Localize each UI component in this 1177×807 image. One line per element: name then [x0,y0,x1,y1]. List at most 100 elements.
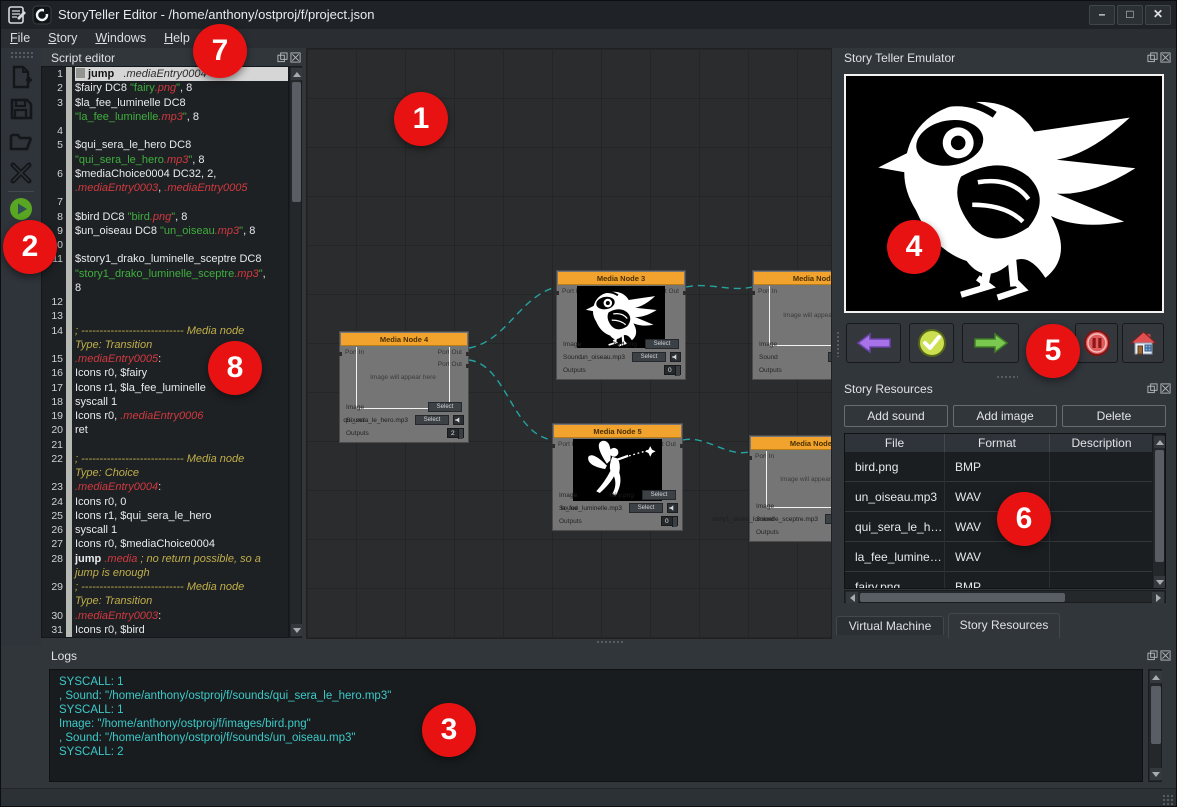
outputs-spinbox[interactable]: 0 [664,365,681,375]
taskbar-app-icon[interactable] [8,5,28,25]
new-document-icon[interactable] [9,65,33,89]
menu-windows[interactable]: Windows [86,29,155,48]
node-title[interactable]: Media Node 3 [558,272,684,285]
script-line[interactable]: 1jump .mediaEntry0004 [42,67,288,81]
add-image-button[interactable]: Add image [953,405,1057,427]
table-row[interactable]: bird.pngBMP [845,452,1154,482]
script-line[interactable]: 24Icons r0, 0 [42,495,288,509]
script-line[interactable]: .mediaEntry0003, .mediaEntry0005 [42,181,288,195]
menu-file[interactable]: File [1,29,39,48]
story-resources-float-icon[interactable] [1147,383,1158,394]
script-line[interactable]: 22; ---------------------------- Media n… [42,452,288,466]
script-line[interactable]: jump is enough [42,566,288,580]
script-line[interactable]: 30.mediaEntry0003: [42,609,288,623]
port-out[interactable] [683,291,687,295]
column-header-file[interactable]: File [845,434,945,452]
sound-select-button[interactable]: Select [629,503,663,513]
port-out[interactable] [680,444,684,448]
script-line[interactable]: 13 [42,309,288,323]
media-node[interactable]: Media Node 4Port InPort OutPort OutImage… [339,331,469,443]
script-editor-close-icon[interactable] [290,52,301,63]
script-line[interactable]: Type: Transition [42,594,288,608]
script-line[interactable]: 18syscall 1 [42,395,288,409]
port-out[interactable] [466,364,470,368]
pause-button[interactable] [1075,323,1118,363]
script-line[interactable]: "la_fee_luminelle.mp3", 8 [42,110,288,124]
sound-mute-icon[interactable] [670,352,681,362]
editor-scrollbar[interactable] [289,66,302,638]
add-sound-button[interactable]: Add sound [844,405,948,427]
tab-virtual-machine[interactable]: Virtual Machine [836,616,944,635]
port-in[interactable] [751,291,755,295]
port-in[interactable] [555,291,559,295]
node-title[interactable]: Media Node 2 [754,272,832,285]
next-button[interactable] [962,323,1019,363]
image-select-button[interactable]: Select [645,339,679,349]
script-line[interactable]: "qui_sera_le_hero.mp3", 8 [42,153,288,167]
minimize-button[interactable]: – [1089,5,1115,25]
outputs-spinbox[interactable]: 0 [661,516,678,526]
emulator-close-icon[interactable] [1160,52,1171,63]
table-hscrollbar[interactable] [844,590,1166,603]
script-line[interactable]: 21 [42,438,288,452]
table-row[interactable]: la_fee_lumine…WAV [845,542,1154,572]
panel-splitter-handle[interactable] [996,375,1018,379]
script-line[interactable]: 9$un_oiseau DC8 "un_oiseau.mp3", 8 [42,224,288,238]
script-line[interactable]: 27Icons r0, $mediaChoice0004 [42,537,288,551]
sound-select-button[interactable]: Select [825,514,832,524]
tab-story-resources[interactable]: Story Resources [948,613,1060,638]
image-select-button[interactable]: Select [428,402,462,412]
script-line[interactable]: 6$mediaChoice0004 DC32, 2, [42,167,288,181]
close-project-icon[interactable] [9,161,33,185]
script-line[interactable]: 23.mediaEntry0004: [42,480,288,494]
port-in[interactable] [748,456,752,460]
image-select-button[interactable]: Select [642,490,676,500]
delete-button[interactable]: Delete [1062,405,1166,427]
back-button[interactable] [846,323,901,363]
table-row[interactable]: fairy.pngBMP [845,572,1154,589]
script-line[interactable]: 25Icons r1, $qui_sera_le_hero [42,509,288,523]
script-line[interactable]: 20ret [42,423,288,437]
node-title[interactable]: Media Node 6 [751,437,832,450]
emulator-float-icon[interactable] [1147,52,1158,63]
script-line[interactable]: 19Icons r0, .mediaEntry0006 [42,409,288,423]
script-line[interactable]: 31Icons r0, $bird [42,623,288,637]
open-folder-icon[interactable] [9,129,33,153]
emulator-toolbar-handle[interactable] [836,331,840,357]
script-line[interactable]: 5$qui_sera_le_hero DC8 [42,138,288,152]
script-line[interactable]: 2$fairy DC8 "fairy.png", 8 [42,81,288,95]
media-node[interactable]: Media Node 2Port InPort OutImage will ap… [752,270,832,380]
script-line[interactable]: 29; ---------------------------- Media n… [42,580,288,594]
script-line[interactable]: 32Icons r1, $un_oiseau [42,637,288,638]
canvas-logs-splitter[interactable] [596,640,624,644]
script-editor-float-icon[interactable] [277,52,288,63]
maximize-button[interactable]: □ [1117,5,1143,25]
logs-float-icon[interactable] [1147,650,1158,661]
run-icon[interactable] [9,197,33,221]
port-in[interactable] [551,444,555,448]
outputs-spinbox[interactable]: 2 [447,428,464,438]
home-button[interactable] [1122,323,1164,363]
logs-close-icon[interactable] [1160,650,1171,661]
save-icon[interactable] [9,97,33,121]
sound-select-button[interactable]: Select [828,352,832,362]
script-line[interactable]: Type: Choice [42,466,288,480]
script-line[interactable]: 8$bird DC8 "bird.png", 8 [42,210,288,224]
sound-select-button[interactable]: Select [415,415,449,425]
port-out[interactable] [466,352,470,356]
script-line[interactable]: 14; ---------------------------- Media n… [42,324,288,338]
script-line[interactable]: 7 [42,195,288,209]
menu-help[interactable]: Help [155,29,199,48]
close-button[interactable]: ✕ [1145,5,1171,25]
script-line[interactable]: 4 [42,124,288,138]
media-node[interactable]: Media Node 5Port InPort Out Image fairy.… [552,423,683,531]
ok-button[interactable] [909,323,954,363]
logs-output[interactable]: SYSCALL: 1, Sound: "/home/anthony/ostpro… [49,669,1143,782]
script-line[interactable]: 28jump .media ; no return possible, so a [42,552,288,566]
menu-story[interactable]: Story [39,29,86,48]
table-vscrollbar[interactable] [1152,434,1165,589]
column-header-format[interactable]: Format [945,434,1050,452]
sound-mute-icon[interactable] [453,415,464,425]
node-title[interactable]: Media Node 5 [554,425,681,438]
script-line[interactable]: 8 [42,281,288,295]
